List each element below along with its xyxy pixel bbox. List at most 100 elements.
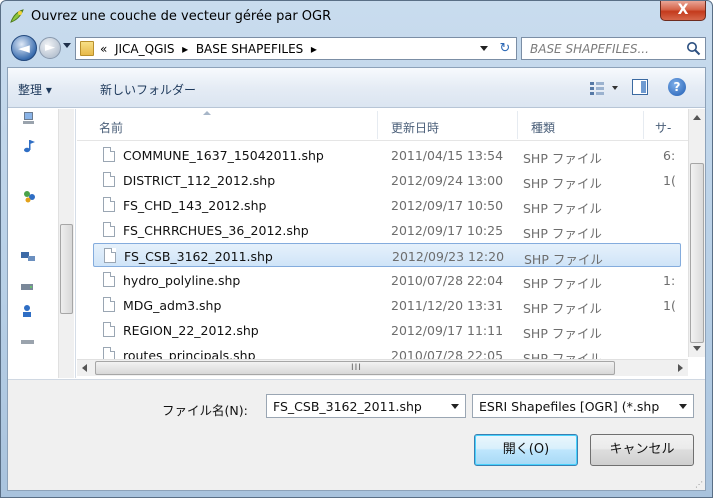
file-icon (103, 197, 115, 212)
refresh-icon[interactable]: ↻ (496, 40, 514, 58)
file-name: DISTRICT_112_2012.shp (123, 173, 276, 188)
drive-icon[interactable] (20, 279, 36, 293)
open-button[interactable]: 開く(O) (474, 434, 578, 466)
table-row[interactable]: FS_CHRRCHUES_36_2012.shp 2012/09/17 10:2… (93, 218, 681, 242)
column-header-size[interactable]: サ- (655, 119, 671, 136)
column-divider[interactable] (643, 111, 644, 139)
file-size: 1( (663, 173, 676, 188)
vertical-scroll-thumb[interactable] (690, 163, 704, 343)
title-bar[interactable]: Ouvrez une couche de vecteur gérée par O… (1, 1, 712, 31)
navigation-scrollbar[interactable] (58, 109, 74, 378)
dialog-footer: ファイル名(N): FS_CSB_3162_2011.shp ESRI Shap… (8, 379, 705, 490)
file-type: SHP ファイル (523, 176, 602, 191)
recent-pages-icon[interactable] (63, 43, 71, 48)
sort-indicator-icon (203, 111, 211, 115)
close-button[interactable]: X (660, 1, 706, 21)
folder-icon (80, 41, 94, 56)
column-header-row: 名前 更新日時 種類 サ- (77, 109, 689, 141)
column-divider[interactable] (517, 111, 518, 139)
horizontal-scroll-thumb[interactable]: III (95, 361, 615, 375)
address-dropdown-icon[interactable] (480, 46, 488, 51)
file-size: 6: (663, 148, 676, 163)
chevron-down-icon[interactable] (451, 404, 459, 409)
qgis-icon (10, 9, 24, 23)
table-row-selected[interactable]: FS_CSB_3162_2011.shp 2012/09/23 12:20 SH… (93, 243, 681, 267)
file-date: 2011/12/20 13:31 (391, 298, 504, 313)
dialog-client-area: 整理 ▾ 新しいフォルダー ? 名前 更新日時 種類 サ- COMMUNE_16… (7, 67, 706, 491)
help-icon[interactable]: ? (668, 78, 686, 96)
network-icon[interactable] (20, 249, 36, 263)
homegroup-icon[interactable] (22, 189, 38, 203)
column-divider[interactable] (377, 111, 378, 139)
breadcrumb[interactable]: « JICA_QGIS ▸ BASE SHAPEFILES ▸ (100, 42, 317, 56)
file-list-horizontal-scrollbar[interactable]: III (77, 359, 688, 376)
file-icon (104, 248, 116, 263)
dialog-window: Ouvrez une couche de vecteur gérée par O… (0, 0, 713, 498)
file-date: 2012/09/17 10:50 (391, 198, 504, 213)
scroll-grip: III (351, 363, 362, 373)
command-bar: 整理 ▾ 新しいフォルダー ? (8, 68, 705, 108)
table-row[interactable]: MDG_adm3.shp 2011/12/20 13:31 SHP ファイル 1… (93, 293, 681, 317)
table-row[interactable]: REGION_22_2012.shp 2012/09/17 11:11 SHP … (93, 318, 681, 342)
navigation-scroll-thumb[interactable] (60, 224, 73, 314)
resize-grip-icon[interactable]: ⋰ (695, 481, 703, 489)
file-icon (103, 322, 115, 337)
filename-field[interactable]: FS_CSB_3162_2011.shp (266, 394, 466, 418)
table-row[interactable]: COMMUNE_1637_15042011.shp 2011/04/15 13:… (93, 143, 681, 167)
file-name: COMMUNE_1637_15042011.shp (123, 148, 324, 163)
computer-icon[interactable] (22, 111, 38, 125)
forward-icon[interactable]: ► (39, 37, 61, 59)
file-name: FS_CHRRCHUES_36_2012.shp (123, 223, 309, 238)
file-type: SHP ファイル (523, 326, 602, 341)
scroll-down-icon[interactable] (693, 346, 701, 351)
file-date: 2010/07/28 22:04 (391, 273, 504, 288)
views-icon[interactable] (588, 78, 624, 98)
file-list-vertical-scrollbar[interactable] (688, 109, 705, 357)
file-size: 1( (663, 298, 676, 313)
disc-drive-icon[interactable] (20, 334, 36, 348)
column-header-name[interactable]: 名前 (99, 119, 123, 136)
file-icon (103, 222, 115, 237)
music-icon[interactable] (22, 139, 38, 153)
file-icon (103, 147, 115, 162)
organize-button[interactable]: 整理 ▾ (18, 81, 52, 98)
scroll-right-icon[interactable] (678, 364, 683, 372)
file-date: 2012/09/17 11:11 (391, 323, 504, 338)
table-row[interactable]: hydro_polyline.shp 2010/07/28 22:04 SHP … (93, 268, 681, 292)
column-header-type[interactable]: 種類 (531, 119, 555, 136)
file-type: SHP ファイル (524, 252, 603, 267)
file-date: 2011/04/15 13:54 (391, 148, 504, 163)
back-icon[interactable]: ◄ (11, 35, 37, 61)
file-date: 2012/09/23 12:20 (392, 249, 505, 264)
address-row: ◄ ► « JICA_QGIS ▸ BASE SHAPEFILES ▸ ↻ BA… (7, 33, 706, 63)
file-type: SHP ファイル (523, 276, 602, 291)
column-header-date[interactable]: 更新日時 (391, 119, 439, 136)
cancel-button[interactable]: キャンセル (590, 434, 694, 466)
filename-value[interactable]: FS_CSB_3162_2011.shp (273, 399, 422, 414)
search-icon[interactable] (686, 41, 701, 56)
table-row[interactable]: DISTRICT_112_2012.shp 2012/09/24 13:00 S… (93, 168, 681, 192)
scroll-left-icon[interactable] (82, 364, 87, 372)
file-type-filter[interactable]: ESRI Shapefiles [OGR] (*.shp (472, 394, 694, 418)
scroll-up-icon[interactable] (693, 115, 701, 120)
file-name: REGION_22_2012.shp (123, 323, 259, 338)
search-input[interactable]: BASE SHAPEFILES... (521, 37, 706, 60)
file-name: FS_CSB_3162_2011.shp (124, 249, 273, 264)
file-name: FS_CHD_143_2012.shp (123, 198, 267, 213)
new-folder-button[interactable]: 新しいフォルダー (100, 81, 196, 98)
user-icon[interactable] (20, 304, 36, 318)
preview-pane-icon[interactable] (632, 79, 648, 95)
file-name: MDG_adm3.shp (123, 298, 222, 313)
file-type-filter-value[interactable]: ESRI Shapefiles [OGR] (*.shp (479, 399, 675, 414)
file-type: SHP ファイル (523, 301, 602, 316)
file-size: 1: (663, 273, 676, 288)
chevron-down-icon[interactable] (679, 404, 687, 409)
window-title: Ouvrez une couche de vecteur gérée par O… (31, 9, 332, 24)
table-row[interactable]: FS_CHD_143_2012.shp 2012/09/17 10:50 SHP… (93, 193, 681, 217)
file-type: SHP ファイル (523, 201, 602, 216)
file-date: 2012/09/24 13:00 (391, 173, 504, 188)
file-icon (103, 172, 115, 187)
filename-label: ファイル名(N): (162, 403, 248, 418)
address-bar[interactable]: « JICA_QGIS ▸ BASE SHAPEFILES ▸ ↻ (75, 37, 517, 60)
file-name: hydro_polyline.shp (123, 273, 241, 288)
